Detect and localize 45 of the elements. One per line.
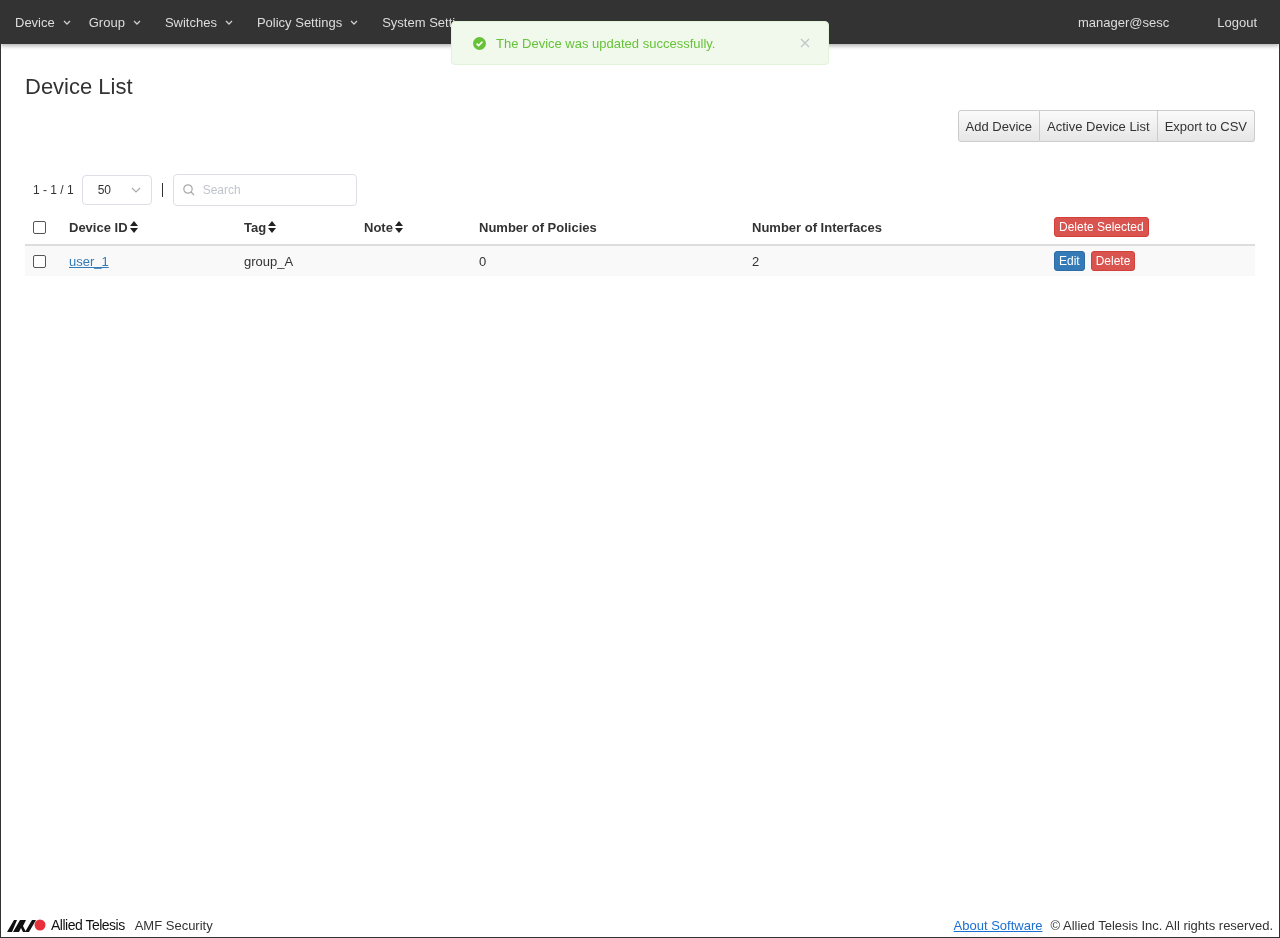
user-name: manager@sesc: [1078, 15, 1170, 30]
column-header: Number of Policies: [479, 219, 597, 235]
edit-button[interactable]: Edit: [1054, 251, 1085, 271]
page-size-select[interactable]: 50: [81, 175, 152, 205]
close-icon: [800, 38, 810, 48]
check-circle-icon: [473, 36, 486, 50]
search-icon: [182, 184, 195, 196]
chevron-down-icon: [62, 20, 71, 25]
sort-icon: [268, 221, 277, 233]
action-button[interactable]: Add Device: [957, 110, 1041, 142]
delete-selected-button[interactable]: Delete Selected: [1054, 217, 1149, 237]
product-name: AMF Security: [134, 917, 213, 933]
column-header: Number of Interfaces: [752, 219, 883, 235]
logo-mark-icon: [7, 918, 47, 932]
logout-link[interactable]: Logout: [1203, 15, 1267, 30]
sort-icon: [394, 221, 403, 233]
column-header[interactable]: Device ID: [69, 219, 138, 235]
about-software-link[interactable]: About Software: [953, 917, 1043, 933]
chevron-down-icon: [224, 20, 233, 25]
delete-button[interactable]: Delete: [1090, 251, 1136, 271]
nav-menu-item[interactable]: Group: [80, 15, 151, 30]
brand-name: Allied Telesis: [51, 917, 125, 933]
page-range: 1 - 1 / 1: [33, 183, 74, 197]
column-header[interactable]: Note: [364, 219, 403, 235]
row-checkbox[interactable]: [33, 254, 46, 268]
select-all-checkbox[interactable]: [33, 220, 46, 234]
search-field[interactable]: Search: [172, 174, 357, 206]
page-title: Device List: [25, 74, 134, 100]
table-cell: group_A: [244, 253, 294, 269]
separator-bar: [161, 183, 163, 197]
nav-menu-item[interactable]: Switches: [150, 15, 243, 30]
nav-menu-item[interactable]: Policy Settings: [242, 15, 369, 30]
table-cell: 2: [752, 253, 760, 269]
action-button[interactable]: Export to CSV: [1157, 110, 1255, 142]
sort-icon: [129, 221, 138, 233]
chevron-down-icon: [350, 20, 359, 25]
device-id-link[interactable]: user_1: [69, 253, 109, 269]
table-cell: 0: [479, 253, 487, 269]
nav-menu-item[interactable]: Device: [1, 15, 81, 30]
chevron-down-icon: [132, 20, 141, 25]
column-header[interactable]: Tag: [244, 219, 277, 235]
copyright-text: © Allied Telesis Inc. All rights reserved.: [1050, 917, 1273, 933]
chevron-down-icon: [130, 187, 141, 193]
toast-message: The Device was updated successfully.: [496, 35, 717, 51]
action-button[interactable]: Active Device List: [1040, 110, 1158, 142]
